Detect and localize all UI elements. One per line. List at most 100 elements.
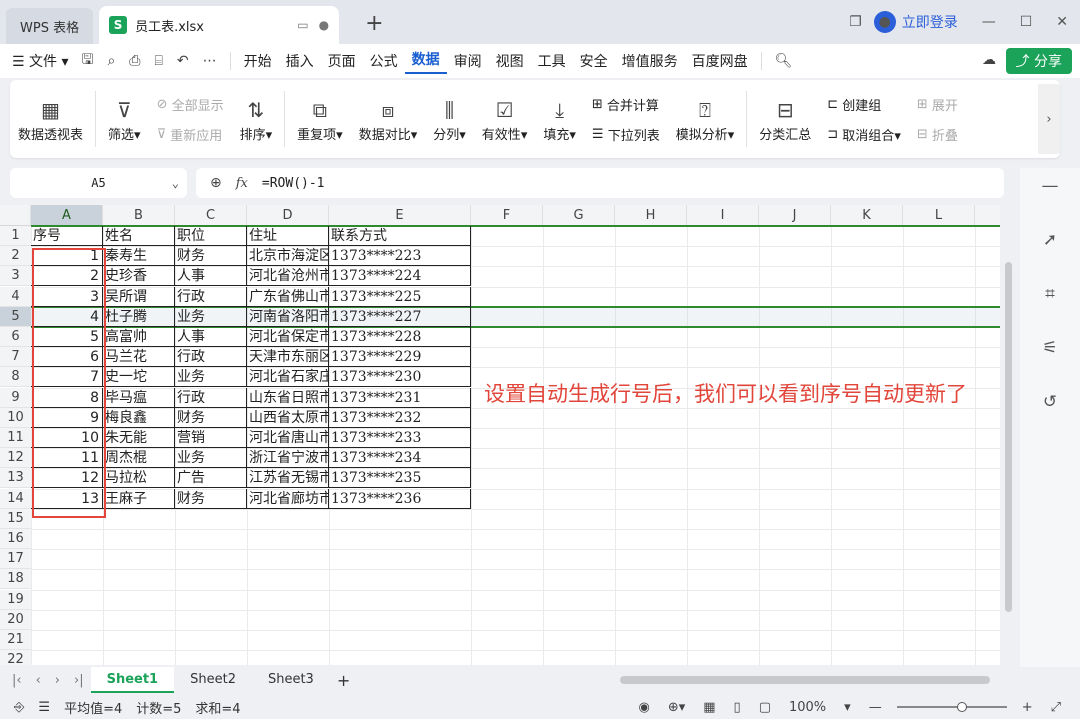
table-cell[interactable]: 财务 [175,246,247,267]
table-cell[interactable]: 行政 [175,347,247,368]
row-header[interactable]: 13 [0,468,31,489]
menu-tools[interactable]: 工具 [531,51,573,71]
menu-page[interactable]: 页面 [321,51,363,71]
table-cell[interactable]: 秦寿生 [103,246,175,267]
column-header-a[interactable]: A [31,205,103,226]
row-header[interactable]: 22 [0,650,31,665]
column-header-c[interactable]: C [175,205,247,226]
table-cell[interactable]: 1373****228 [329,327,471,347]
pivot-table-button[interactable]: ▦ 数据透视表 [18,96,83,143]
cloud-icon[interactable]: ☁ [982,52,996,68]
column-header-l[interactable]: L [903,205,975,226]
next-sheet-icon[interactable]: › [55,673,60,688]
more-icon[interactable]: ⋯ [196,53,224,69]
reapply-button[interactable]: ⊽ 重新应用 [157,119,224,149]
search-icon[interactable]: 🔍︎ [768,53,800,69]
column-header-i[interactable]: I [687,205,759,226]
crop-icon[interactable]: ⌗ [1020,276,1080,312]
name-box[interactable]: A5 ⌄ [10,168,187,198]
spreadsheet-grid[interactable]: A B C D E F G H I J K L 1 2 3 4 5 6 7 8 9 10 11 12 1… [0,205,1000,665]
table-cell[interactable]: 吴所谓 [103,286,175,307]
row-header[interactable]: 2 [0,246,31,267]
table-cell[interactable]: 行政 [175,286,247,307]
last-sheet-icon[interactable]: ›| [74,673,84,688]
menu-data[interactable]: 数据 [404,49,447,74]
table-cell[interactable]: 河北省唐山市 [247,428,329,448]
history-icon[interactable]: ↺ [1020,384,1080,420]
validity-button[interactable]: ☑ 有效性▾ [482,96,528,143]
share-button[interactable]: ⤴ 分享 [1005,48,1072,74]
row-header[interactable]: 6 [0,327,31,347]
sheet-tab-sheet3[interactable]: Sheet3 [252,667,330,693]
row-header[interactable]: 5 [0,306,31,327]
expand-button[interactable]: ⊞ 展开 [917,89,958,119]
table-cell[interactable]: 业务 [175,367,247,388]
row-header[interactable]: 17 [0,549,31,570]
table-cell[interactable]: 河南省洛阳市 [247,306,329,327]
menu-baidu-disk[interactable]: 百度网盘 [685,51,755,71]
select-cursor-icon[interactable]: ➚ [1020,222,1080,258]
table-cell[interactable]: 1373****231 [329,387,471,408]
print-preview-icon[interactable]: ⌸ [147,53,169,69]
show-all-button[interactable]: ⊘ 全部显示 [157,89,224,119]
table-cell[interactable]: 营销 [175,428,247,448]
zoom-slider-knob[interactable] [956,702,967,712]
ungroup-button[interactable]: ⊐ 取消组合▾ [827,119,901,149]
table-cell[interactable]: 1373****223 [329,246,471,267]
close-icon[interactable]: ✕ [1056,14,1068,30]
merge-calc-button[interactable]: ⊞ 合并计算 [592,89,660,119]
table-cell[interactable]: 1373****232 [329,407,471,428]
table-cell[interactable]: 1373****234 [329,448,471,469]
filter-button[interactable]: ⊽ 筛选▾ [108,96,141,143]
table-cell[interactable]: 杜子腾 [103,306,175,327]
table-header-cell[interactable]: 联系方式 [329,226,471,246]
table-cell[interactable]: 1373****229 [329,347,471,368]
zoom-out-icon[interactable]: — [869,700,882,715]
file-tab[interactable]: S 员工表.xlsx ▭ ● [99,6,340,44]
row-header[interactable]: 15 [0,508,31,529]
table-header-cell[interactable]: 序号 [31,226,103,246]
table-cell[interactable]: 1373****227 [329,306,471,327]
unsaved-dot-icon[interactable]: ● [319,18,329,32]
settings-sliders-icon[interactable]: ⚟ [1020,330,1080,366]
file-menu[interactable]: ☰ 文件 ▾ [0,51,75,71]
save-icon[interactable]: 🖫 [75,49,101,73]
zoom-slider[interactable] [896,702,1007,712]
table-header-cell[interactable]: 职位 [175,226,247,246]
column-header-f[interactable]: F [471,205,543,226]
table-cell[interactable]: 河北省石家庄 [247,367,329,388]
menu-insert[interactable]: 插入 [279,51,321,71]
horizontal-scrollbar[interactable] [620,676,990,684]
row-header[interactable]: 9 [0,387,31,408]
split-button[interactable]: ⫼ 分列▾ [433,96,466,143]
duplicates-button[interactable]: ⧉ 重复项▾ [297,96,343,143]
ribbon-scroll-right-icon[interactable]: › [1038,84,1060,154]
table-cell[interactable]: 山西省太原市 [247,407,329,428]
table-cell[interactable]: 王麻子 [103,488,175,509]
tile-icon[interactable]: ❐ [849,14,862,30]
table-cell[interactable]: 1373****233 [329,428,471,448]
select-all-corner[interactable] [0,205,31,226]
app-tab[interactable]: WPS 表格 [6,8,94,44]
column-header-g[interactable]: G [543,205,615,226]
new-tab-button[interactable]: + [365,11,383,36]
zoom-formula-icon[interactable]: ⊕ [210,175,222,191]
table-cell[interactable]: 马拉松 [103,468,175,489]
fill-button[interactable]: ⤓ 填充▾ [543,96,576,143]
page-break-view-icon[interactable]: ▢ [759,700,771,715]
sort-button[interactable]: ⇅ 排序▾ [240,96,273,143]
table-cell[interactable]: 河北省廊坊市 [247,488,329,509]
avatar[interactable]: ● [873,11,896,33]
row-header[interactable]: 21 [0,630,31,650]
sheet-tab-sheet2[interactable]: Sheet2 [174,667,252,693]
login-link[interactable]: 立即登录 [902,12,958,32]
table-cell[interactable]: 天津市东丽区 [247,347,329,368]
macro-icon[interactable]: ⎆ [14,700,24,715]
row-header[interactable]: 18 [0,569,31,590]
formula-input[interactable]: ⊕ fx =ROW()-1 [196,168,1004,198]
menu-value-added[interactable]: 增值服务 [615,51,685,71]
compare-button[interactable]: ⧈ 数据对比▾ [359,96,418,143]
zoom-in-icon[interactable]: + [1022,700,1033,715]
menu-home[interactable]: 开始 [237,51,279,71]
table-cell[interactable]: 财务 [175,488,247,509]
